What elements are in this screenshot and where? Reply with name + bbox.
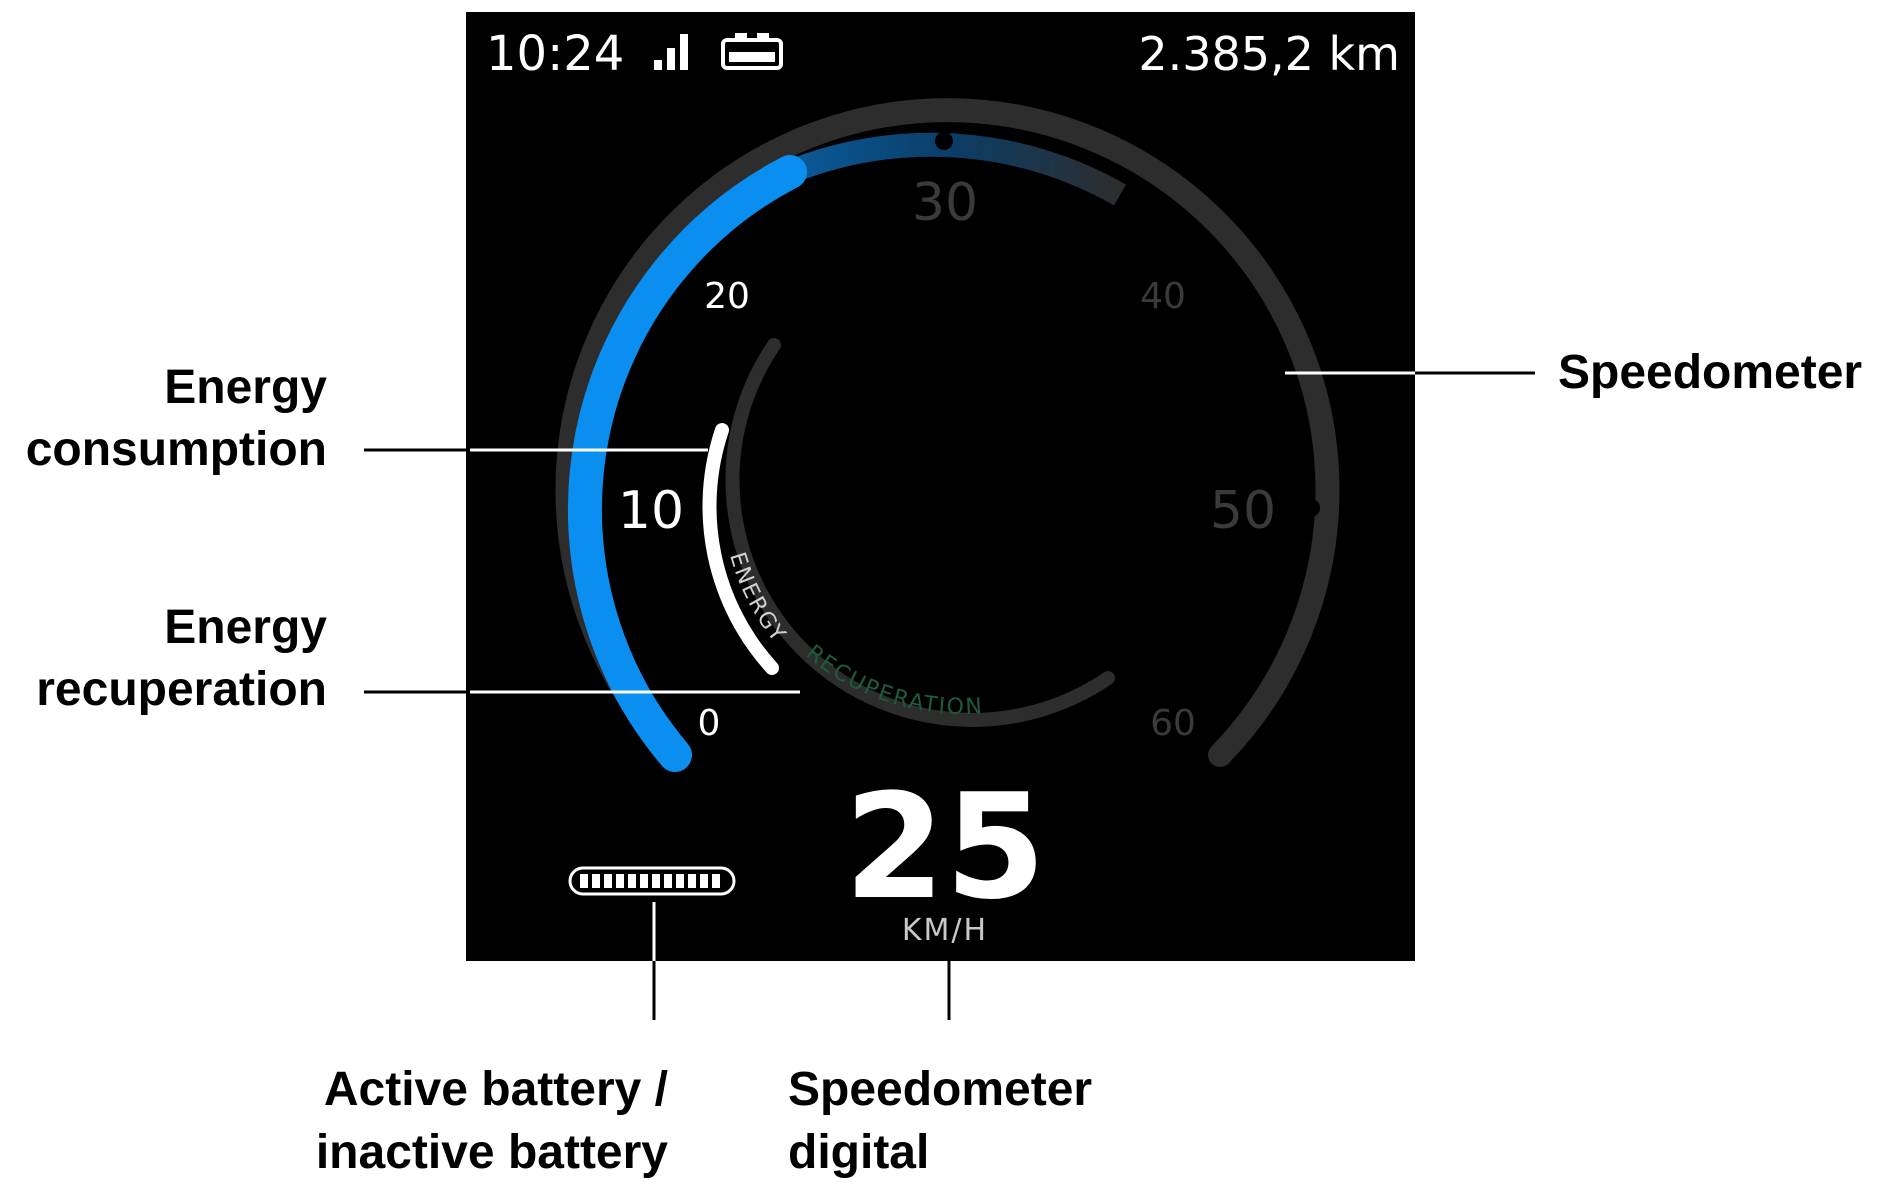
callout-battery-line1: Active battery / bbox=[324, 1063, 668, 1116]
tick-label-30: 30 bbox=[912, 173, 978, 233]
callout-speedometer-digital-line1: Speedometer bbox=[788, 1063, 1092, 1116]
callout-energy-consumption-line2: consumption bbox=[26, 423, 327, 476]
callout-speedometer-digital-line2: digital bbox=[788, 1126, 929, 1179]
marker-dot-right bbox=[1302, 499, 1320, 517]
battery-segment bbox=[676, 874, 684, 888]
odometer-reading: 2.385,2 km bbox=[1138, 27, 1400, 81]
tick-label-20: 20 bbox=[704, 276, 750, 317]
battery-segment bbox=[640, 874, 648, 888]
battery-segment bbox=[700, 874, 708, 888]
digital-speed-value: 25 bbox=[844, 763, 1046, 932]
battery-segment bbox=[628, 874, 636, 888]
battery-segment bbox=[712, 874, 720, 888]
speed-unit-label: KM/H bbox=[902, 913, 988, 948]
battery-segment bbox=[664, 874, 672, 888]
tick-label-0: 0 bbox=[698, 703, 721, 744]
battery-segment bbox=[604, 874, 612, 888]
battery-segment bbox=[688, 874, 696, 888]
clock-time: 10:24 bbox=[486, 26, 624, 82]
tick-label-40: 40 bbox=[1140, 276, 1186, 317]
callout-speedometer: Speedometer bbox=[1558, 346, 1862, 399]
callout-energy-consumption-line1: Energy bbox=[164, 361, 327, 414]
callout-energy-recuperation-line1: Energy bbox=[164, 601, 327, 654]
battery-segment bbox=[580, 874, 588, 888]
marker-dot-top bbox=[935, 132, 953, 150]
callout-energy-recuperation-line2: recuperation bbox=[36, 663, 327, 716]
annotated-display-diagram: 10:24 2.385,2 km 0 10 20 30 40 50 60 ENE… bbox=[26, 12, 1862, 1179]
tick-label-60: 60 bbox=[1150, 703, 1196, 744]
callout-battery-line2: inactive battery bbox=[316, 1126, 668, 1179]
battery-segment bbox=[652, 874, 660, 888]
tick-label-50: 50 bbox=[1210, 481, 1276, 541]
battery-segment bbox=[616, 874, 624, 888]
tick-label-10: 10 bbox=[618, 481, 684, 541]
battery-segment bbox=[592, 874, 600, 888]
